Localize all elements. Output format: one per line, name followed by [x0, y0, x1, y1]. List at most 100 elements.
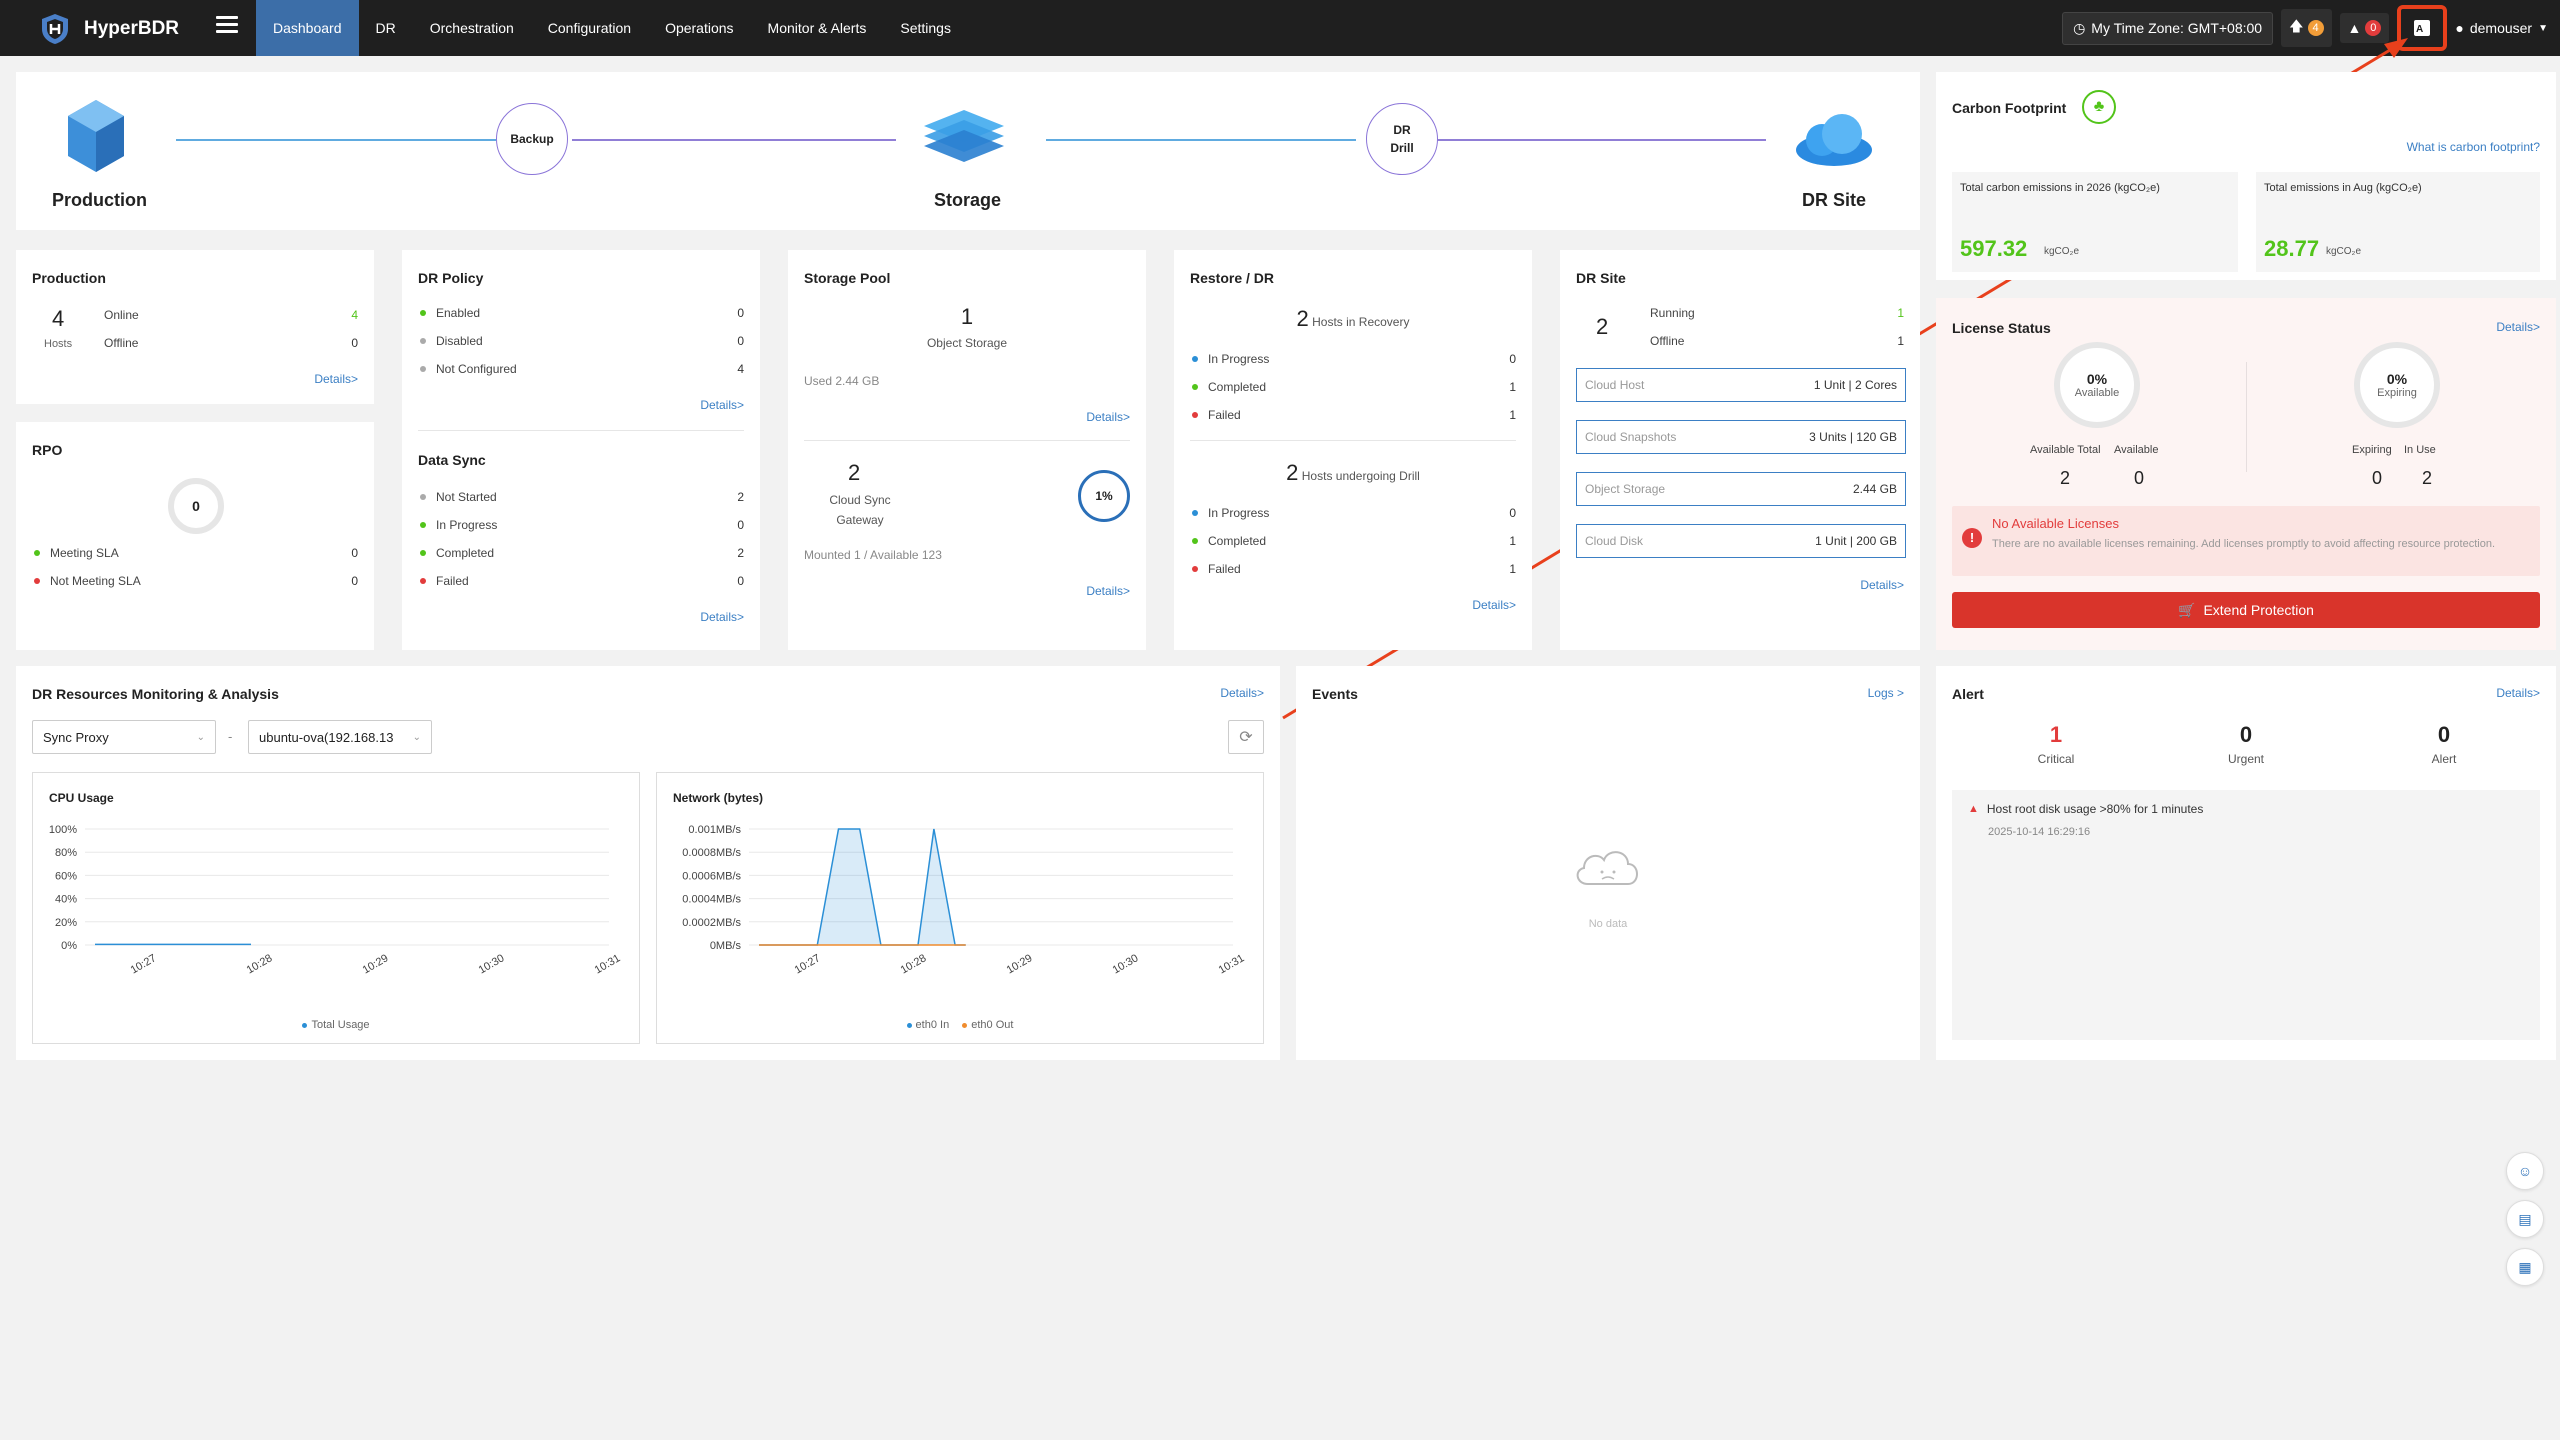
object-storage-count: 1	[960, 304, 974, 329]
x-tick-label: 10:29	[361, 952, 391, 976]
empty-cloud-icon	[1576, 851, 1638, 885]
recovery-label: Hosts in Recovery	[1312, 315, 1410, 329]
monitoring-card: DR Resources Monitoring & Analysis Detai…	[16, 666, 1280, 1060]
dr-site-offline-label: Offline	[1650, 334, 1685, 348]
host-select-value: ubuntu-ova(192.168.13	[259, 729, 394, 745]
license-manual-button[interactable]: A	[2397, 5, 2448, 51]
carbon-month-box: Total emissions in Aug (kgCO₂e) 28.77 kg…	[2256, 172, 2540, 272]
gateway-label-2: Gateway	[836, 513, 884, 527]
x-tick-label: 10:30	[1111, 952, 1141, 976]
tab-settings[interactable]: Settings	[883, 0, 968, 56]
alert-critical[interactable]: 1 Critical	[2016, 722, 2096, 766]
carbon-month-label: Total emissions in Aug (kgCO₂e)	[2264, 182, 2422, 194]
data-sync-completed-value: 2	[737, 546, 744, 560]
monitoring-details-link[interactable]: Details>	[1220, 686, 1264, 700]
alert-card: Alert Details> 1 Critical 0 Urgent 0 Ale…	[1936, 666, 2556, 1060]
alerts-button[interactable]: ▲ 0	[2339, 13, 2390, 43]
cpu-chart-title: CPU Usage	[49, 791, 114, 805]
production-details-link[interactable]: Details>	[314, 372, 358, 386]
menu-toggle-icon[interactable]	[216, 16, 238, 38]
book-icon[interactable]: ▤	[2506, 1200, 2544, 1238]
dr-policy-title: DR Policy	[418, 270, 484, 286]
tab-orchestration[interactable]: Orchestration	[413, 0, 531, 56]
sync-proxy-select[interactable]: Sync Proxy ⌄	[32, 720, 216, 754]
cloud-disk-row[interactable]: Cloud Disk 1 Unit | 200 GB	[1576, 524, 1906, 558]
production-offline-label: Offline	[104, 336, 139, 350]
y-tick-label: 0.0002MB/s	[682, 917, 741, 929]
license-available-pct: 0%	[2086, 371, 2108, 387]
storage-details-link-2[interactable]: Details>	[1086, 584, 1130, 598]
upgrade-count-badge: 4	[2307, 20, 2324, 36]
carbon-month-unit: kgCO₂e	[2326, 246, 2362, 257]
gateway-label: Cloud Sync Gateway	[820, 490, 900, 530]
refresh-icon[interactable]: ⟳	[1228, 720, 1264, 754]
cpu-chart-svg: 100% 80% 60% 40% 20% 0% 10:27 10:28 10:29 10:30 10…	[49, 824, 623, 976]
restore-dr-title: Restore / DR	[1190, 270, 1275, 286]
x-tick-label: 10:31	[593, 952, 623, 976]
robot-assistant-icon[interactable]: ☺	[2506, 1152, 2544, 1190]
alert-details-link[interactable]: Details>	[2496, 686, 2540, 700]
cloud-snapshots-value: 3 Units | 120 GB	[1809, 430, 1897, 444]
restore-details-link[interactable]: Details>	[1472, 598, 1516, 612]
recovery-completed-value: 1	[1509, 380, 1516, 394]
upgrade-button[interactable]: 🡅 4	[2281, 9, 2332, 47]
recovery-failed-value: 1	[1509, 408, 1516, 422]
license-in-use-label: In Use	[2404, 444, 2436, 456]
brand[interactable]: HyperBDR	[38, 12, 179, 46]
cloud-snapshots-row[interactable]: Cloud Snapshots 3 Units | 120 GB	[1576, 420, 1906, 454]
dr-site-offline-value: 1	[1897, 334, 1904, 348]
dr-drill-label-1: DR	[1393, 123, 1411, 137]
tab-configuration[interactable]: Configuration	[531, 0, 648, 56]
host-select[interactable]: ubuntu-ova(192.168.13 ⌄	[248, 720, 432, 754]
recovery-completed-label: Completed	[1208, 380, 1267, 394]
alert-alert[interactable]: 0 Alert	[2404, 722, 2484, 766]
dr-site-details-link[interactable]: Details>	[1860, 578, 1904, 592]
storage-details-link-1[interactable]: Details>	[1086, 410, 1130, 424]
tab-operations[interactable]: Operations	[648, 0, 750, 56]
cloud-snapshots-label: Cloud Snapshots	[1585, 430, 1677, 444]
y-tick-label: 0%	[61, 940, 77, 952]
chevron-down-icon: ▼	[2538, 22, 2548, 34]
timezone-button[interactable]: ◷ My Time Zone: GMT+08:00	[2062, 11, 2274, 45]
dr-policy-enabled-label: Enabled	[436, 306, 481, 320]
events-logs-link[interactable]: Logs >	[1868, 686, 1904, 700]
data-sync-not-started-value: 2	[737, 490, 744, 504]
production-online-value: 4	[351, 308, 358, 322]
cloud-host-row[interactable]: Cloud Host 1 Unit | 2 Cores	[1576, 368, 1906, 402]
tab-dr[interactable]: DR	[359, 0, 413, 56]
carbon-what-link[interactable]: What is carbon footprint?	[2407, 140, 2540, 154]
drill-label: Hosts undergoing Drill	[1301, 469, 1420, 483]
chevron-down-icon: ⌄	[412, 731, 421, 743]
user-menu[interactable]: ● demouser ▼	[2455, 20, 2548, 36]
x-tick-label: 10:31	[1217, 952, 1247, 976]
dr-drill-label-2: Drill	[1390, 141, 1414, 155]
cpu-legend-label: Total Usage	[311, 1019, 370, 1031]
backup-node[interactable]: Backup	[496, 103, 568, 175]
tab-monitor-alerts[interactable]: Monitor & Alerts	[751, 0, 884, 56]
extend-protection-button[interactable]: 🛒 Extend Protection	[1952, 592, 2540, 628]
y-tick-label: 40%	[55, 894, 77, 906]
cpu-chart-panel: CPU Usage 100% 80% 60% 40% 20% 0% 10:27 10:28 10…	[32, 772, 640, 1044]
divider	[804, 440, 1130, 441]
alert-urgent[interactable]: 0 Urgent	[2206, 722, 2286, 766]
object-storage-row[interactable]: Object Storage 2.44 GB	[1576, 472, 1906, 506]
license-available-ring: 0% Available	[2054, 342, 2140, 428]
y-tick-label: 0.001MB/s	[688, 824, 741, 836]
license-warning-title: No Available Licenses	[1992, 516, 2119, 531]
data-sync-failed-value: 0	[737, 574, 744, 588]
license-warning-text: There are no available licenses remainin…	[1992, 538, 2496, 550]
drill-completed-value: 1	[1509, 534, 1516, 548]
object-storage-row-value: 2.44 GB	[1852, 482, 1897, 496]
dr-drill-node[interactable]: DR Drill	[1366, 103, 1438, 175]
dr-policy-not-configured-label: Not Configured	[436, 362, 517, 376]
license-details-link[interactable]: Details>	[2496, 320, 2540, 334]
recovery-failed-label: Failed	[1208, 408, 1241, 422]
divider	[418, 430, 744, 431]
alert-item[interactable]: ▲ Host root disk usage >80% for 1 minute…	[1968, 802, 2203, 816]
dr-policy-details-link[interactable]: Details>	[700, 398, 744, 412]
data-sync-details-link[interactable]: Details>	[700, 610, 744, 624]
tab-dashboard[interactable]: Dashboard	[256, 0, 359, 56]
data-sync-in-progress-value: 0	[737, 518, 744, 532]
license-card: License Status Details> 0% Available 0% …	[1936, 298, 2556, 650]
clipboard-icon[interactable]: ▦	[2506, 1248, 2544, 1286]
